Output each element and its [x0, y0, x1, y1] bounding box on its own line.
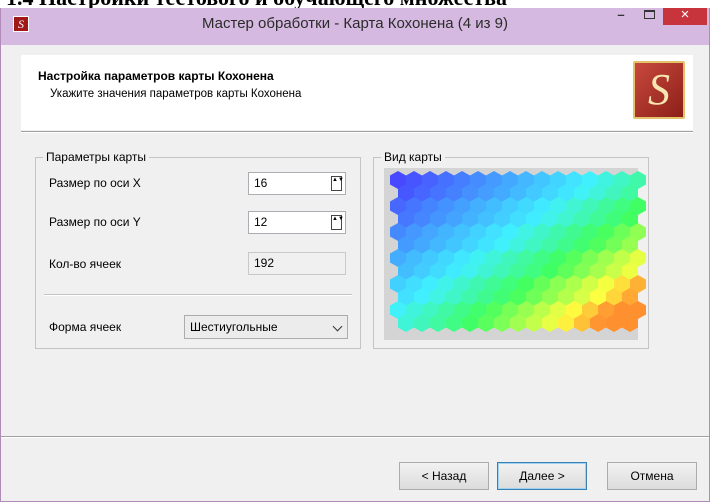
header-title: Настройка параметров карты Кохонена [38, 69, 274, 83]
window-title: Мастер обработки - Карта Кохонена (4 из … [202, 15, 508, 32]
map-preview-group: Вид карты [373, 150, 649, 349]
next-button[interactable]: Далее > [497, 462, 587, 490]
group-divider [44, 294, 352, 296]
title-bar: S Мастер обработки - Карта Кохонена (4 и… [1, 3, 709, 45]
footer-separator [1, 436, 709, 438]
logo-icon: S [633, 61, 685, 119]
cancel-button[interactable]: Отмена [607, 462, 697, 490]
size-y-label: Размер по оси Y [49, 215, 141, 229]
size-y-spinner[interactable]: 12 ▲▼ [248, 211, 346, 234]
cell-shape-select[interactable]: Шестиугольные [184, 315, 348, 339]
spinner-arrows-icon[interactable]: ▲▼ [331, 215, 344, 230]
cell-count-field: 192 [248, 252, 346, 275]
size-x-value: 16 [254, 176, 268, 190]
minimize-button[interactable]: – [607, 5, 635, 25]
header-subtitle: Укажите значения параметров карты Кохоне… [50, 88, 302, 100]
cell-count-label: Кол-во ячеек [49, 257, 121, 271]
cell-shape-value: Шестиугольные [190, 320, 278, 334]
map-parameters-group: Параметры карты Размер по оси X 16 ▲▼ Ра… [35, 150, 361, 349]
wizard-window: S Мастер обработки - Карта Кохонена (4 и… [0, 2, 710, 502]
close-button[interactable]: × [663, 5, 707, 25]
header-separator [21, 131, 693, 133]
size-y-value: 12 [254, 215, 268, 229]
maximize-icon [643, 10, 655, 19]
size-x-spinner[interactable]: 16 ▲▼ [248, 172, 346, 195]
kohonen-map-preview [384, 168, 646, 340]
wizard-header: Настройка параметров карты Кохонена Укаж… [21, 55, 693, 130]
document-heading: 1.4 Настройки тестового и обучающего мно… [0, 0, 710, 8]
maximize-button[interactable] [635, 5, 663, 25]
chevron-down-icon [332, 321, 343, 332]
size-x-label: Размер по оси X [49, 176, 141, 190]
map-parameters-legend: Параметры карты [43, 150, 150, 164]
map-preview-legend: Вид карты [381, 150, 445, 164]
back-button[interactable]: < Назад [399, 462, 489, 490]
cell-count-value: 192 [254, 256, 275, 270]
spinner-arrows-icon[interactable]: ▲▼ [331, 176, 344, 191]
cell-shape-label: Форма ячеек [49, 320, 122, 334]
